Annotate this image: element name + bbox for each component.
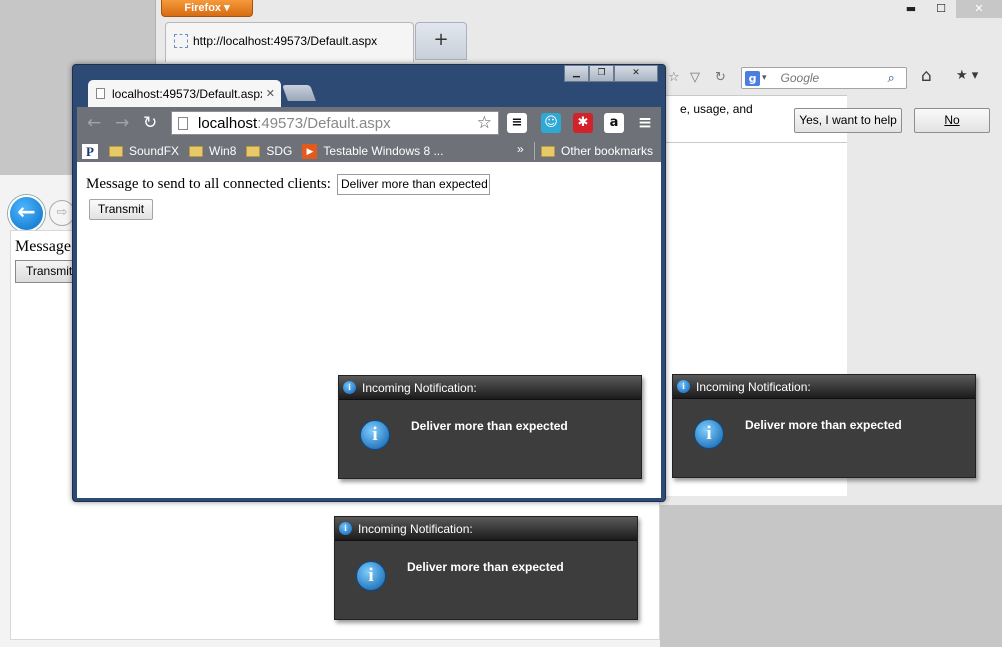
close-icon[interactable]: ✕	[614, 65, 658, 82]
notification-popup[interactable]: i Incoming Notification: i Deliver more …	[334, 516, 638, 620]
folder-icon	[541, 145, 555, 157]
notification-header: i Incoming Notification:	[673, 375, 975, 399]
transmit-button[interactable]: Transmit	[15, 260, 75, 283]
bookmark-label: Testable Windows 8 ...	[323, 144, 444, 158]
address-bar[interactable]: localhost:49573/Default.aspx ☆	[171, 111, 499, 135]
notification-message: Deliver more than expected	[407, 560, 564, 574]
firefox-search-box[interactable]: g ▾ Google ⌕	[741, 67, 907, 89]
bookmarks-bar: P SoundFX Win8 SDG ▶ Testable Windows 8 .…	[77, 140, 661, 162]
notification-message: Deliver more than expected	[745, 418, 902, 432]
notification-bar-text: e, usage, and	[680, 102, 753, 116]
bookmark-label: Win8	[209, 144, 237, 158]
message-input[interactable]: Deliver more than expected	[337, 174, 490, 195]
notification-title: Incoming Notification:	[362, 380, 477, 395]
buffer-extension-icon[interactable]: ≡	[507, 113, 527, 133]
home-icon[interactable]: ⌂	[921, 66, 932, 86]
desktop-background	[660, 505, 1002, 647]
info-icon: i	[339, 522, 352, 535]
bookmark-star-icon[interactable]: ☆	[668, 70, 680, 85]
forward-icon[interactable]: →	[115, 113, 129, 133]
search-icon[interactable]: ⌕	[888, 71, 895, 86]
chrome-toolbar: ← → ↻ localhost:49573/Default.aspx ☆ ≡ ☺…	[77, 107, 661, 140]
bookmark-label: Other bookmarks	[561, 144, 654, 158]
notification-header: i Incoming Notification:	[335, 517, 637, 541]
no-button[interactable]: No	[914, 108, 990, 133]
chrome-window-controls: ▁ ❐ ✕	[564, 65, 658, 82]
close-icon[interactable]: ✕	[956, 0, 1002, 18]
more-bookmarks-chevron-icon[interactable]: »	[517, 142, 524, 156]
amazon-extension-icon[interactable]: a	[604, 113, 624, 133]
folder-icon	[189, 145, 204, 157]
back-icon[interactable]: ←	[87, 113, 101, 133]
bookmark-testable-windows[interactable]: ▶ Testable Windows 8 ...	[302, 143, 444, 159]
reload-icon[interactable]: ↻	[143, 113, 157, 133]
url-host: localhost	[198, 114, 258, 132]
bookmarks-menu-icon[interactable]: ★ ▾	[956, 68, 990, 88]
notification-title: Incoming Notification:	[696, 379, 811, 394]
bookmark-label: SoundFX	[129, 144, 180, 158]
firefox-tab-title: http://localhost:49573/Default.aspx	[193, 34, 378, 48]
message-label: Message	[15, 238, 71, 255]
page-icon	[178, 116, 188, 130]
firefox-menu-button[interactable]: Firefox ▾	[161, 0, 253, 17]
yes-help-button[interactable]: Yes, I want to help	[794, 108, 902, 133]
lastpass-extension-icon[interactable]: ✱	[573, 113, 593, 133]
chrome-new-tab-button[interactable]	[282, 85, 316, 101]
bookmark-folder-sdg[interactable]: SDG	[246, 144, 292, 158]
chrome-menu-icon[interactable]: ≡	[635, 113, 655, 133]
info-icon: i	[694, 419, 724, 449]
folder-icon	[109, 145, 123, 157]
bookmark-folder-soundfx[interactable]: SoundFX	[109, 144, 179, 158]
notification-popup[interactable]: i Incoming Notification: i Deliver more …	[338, 375, 642, 479]
page-loading-icon	[174, 34, 188, 48]
restore-icon[interactable]: ❐	[589, 65, 614, 82]
bookmark-label: SDG	[266, 144, 293, 158]
folder-icon	[246, 145, 261, 157]
bookmark-star-icon[interactable]: ☆	[477, 113, 492, 133]
firefox-new-tab-button[interactable]: +	[415, 22, 467, 60]
notification-popup[interactable]: i Incoming Notification: i Deliver more …	[672, 374, 976, 478]
chrome-tab-title: localhost:49573/Default.aspx	[112, 86, 262, 101]
firefox-tab[interactable]: http://localhost:49573/Default.aspx	[165, 22, 414, 62]
url-path: :49573/Default.aspx	[257, 114, 391, 132]
info-icon: i	[343, 381, 356, 394]
google-engine-icon[interactable]: g	[745, 70, 760, 86]
chrome-tab[interactable]: localhost:49573/Default.aspx ✕	[88, 80, 281, 107]
info-icon: i	[360, 420, 390, 450]
transmit-button[interactable]: Transmit	[89, 199, 153, 220]
firefox-window-controls: ▬ ☐ ✕	[896, 0, 1002, 18]
reload-icon[interactable]: ↻	[715, 70, 726, 85]
page-icon	[96, 88, 105, 99]
play-icon: ▶	[302, 143, 318, 159]
engine-dropdown-icon[interactable]: ▾	[762, 73, 767, 83]
other-bookmarks-folder[interactable]: Other bookmarks	[541, 144, 653, 158]
notification-message: Deliver more than expected	[411, 419, 568, 433]
camera-extension-icon[interactable]: ☺	[541, 113, 561, 133]
history-dropdown-icon[interactable]: ▽	[690, 70, 700, 85]
bookmark-folder-win8[interactable]: Win8	[189, 144, 236, 158]
minimize-icon[interactable]: ▬	[896, 0, 926, 18]
message-label: Message to send to all connected clients…	[86, 176, 331, 192]
minimize-icon[interactable]: ▁	[564, 65, 589, 82]
back-arrow-icon[interactable]: ←	[8, 195, 45, 232]
notification-title: Incoming Notification:	[358, 521, 473, 536]
pinboard-icon[interactable]: P	[82, 143, 98, 159]
info-icon: i	[356, 561, 386, 591]
info-icon: i	[677, 380, 690, 393]
maximize-icon[interactable]: ☐	[926, 0, 956, 18]
tab-close-icon[interactable]: ✕	[266, 87, 275, 100]
notification-header: i Incoming Notification:	[339, 376, 641, 400]
search-input[interactable]: Google	[781, 71, 886, 85]
bookmarks-separator	[534, 142, 535, 160]
